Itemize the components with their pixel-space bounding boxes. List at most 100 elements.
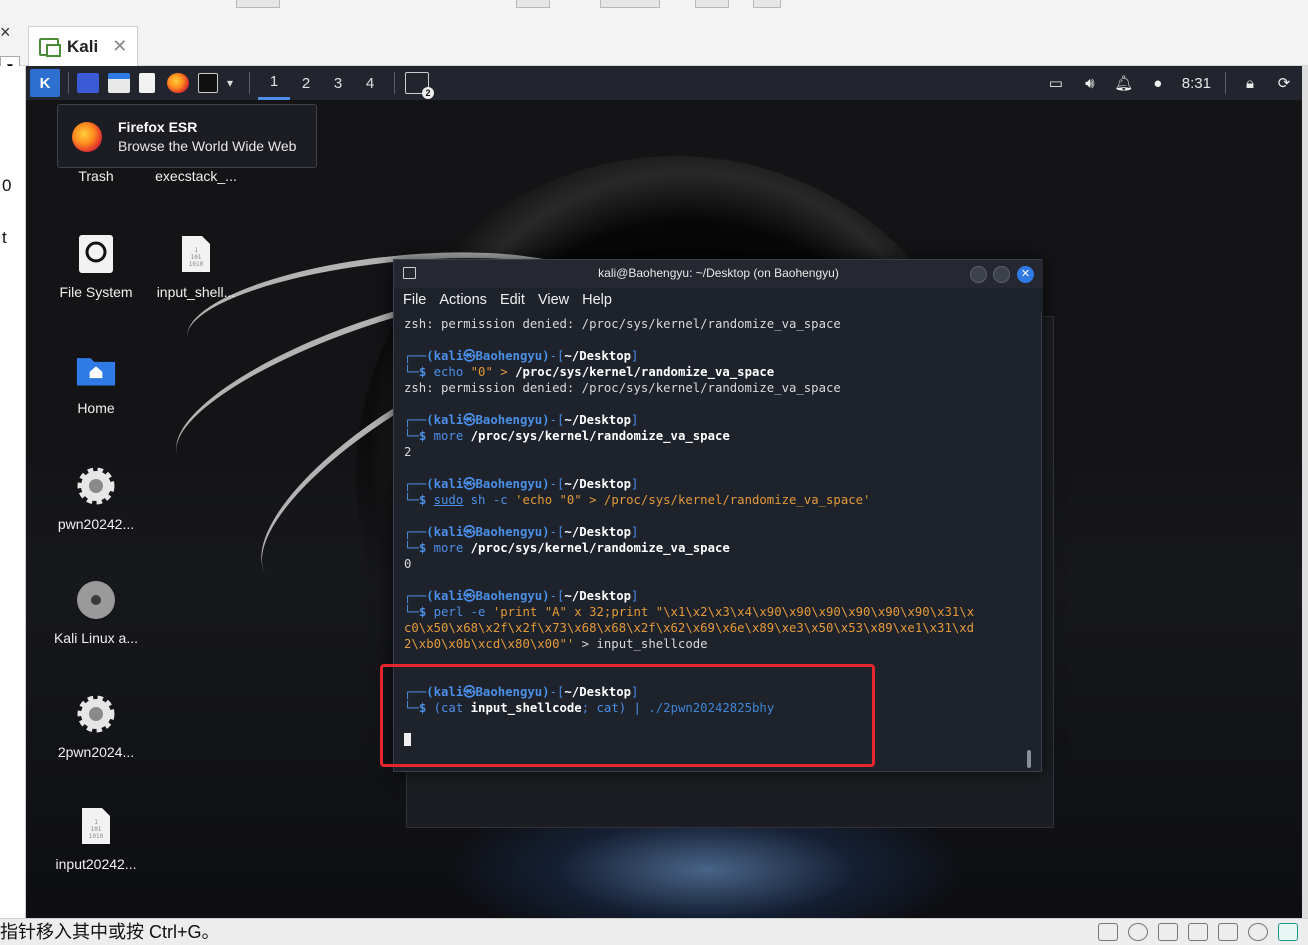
command-line: └─$ echo "0" > /proc/sys/kernel/randomiz… [404, 365, 775, 379]
terminal-scrollbar[interactable] [1027, 750, 1031, 768]
text-editor-icon[interactable] [139, 73, 155, 93]
cd-icon[interactable] [1128, 923, 1148, 941]
menu-view[interactable]: View [538, 288, 569, 312]
desktop-icon-kali-linux[interactable]: Kali Linux a... [46, 578, 146, 646]
desktop-icon-home[interactable]: Home [46, 348, 146, 416]
home-folder-icon [76, 348, 116, 392]
prompt-line: ┌──(kali㉿Baohengyu)-[~/Desktop] [404, 413, 639, 427]
minimize-button[interactable] [970, 266, 987, 283]
firefox-tooltip: Firefox ESR Browse the World Wide Web [57, 104, 317, 168]
host-toolbar-button[interactable] [600, 0, 660, 8]
desktop-icon-label: execstack_... [155, 168, 237, 184]
tab-close-icon[interactable]: ✕ [112, 36, 127, 57]
terminal-icon[interactable] [198, 73, 218, 93]
binary-file-icon: 1 101 1010 [176, 232, 216, 276]
terminal-titlebar[interactable]: kali@Baohengyu: ~/Desktop (on Baohengyu)… [394, 260, 1043, 288]
prompt-line: ┌──(kali㉿Baohengyu)-[~/Desktop] [404, 525, 639, 539]
status-icons [1098, 923, 1298, 941]
firefox-icon[interactable] [167, 73, 189, 93]
status-hint: 指针移入其中或按 Ctrl+G。 [0, 922, 220, 942]
desktop-icon-label: 2pwn2024... [57, 744, 135, 760]
firefox-icon [72, 122, 102, 152]
workspace-2[interactable]: 2 [290, 66, 322, 100]
desktop-icon-input2024[interactable]: 1 101 1010 input20242... [46, 804, 146, 872]
show-desktop-icon[interactable] [77, 73, 99, 93]
host-toolbar-button[interactable] [753, 0, 781, 8]
usb-icon[interactable] [1248, 923, 1268, 941]
desktop-icon-label: input20242... [55, 856, 137, 872]
tooltip-subtitle: Browse the World Wide Web [118, 138, 297, 154]
terminal-title: kali@Baohengyu: ~/Desktop (on Baohengyu) [598, 266, 839, 280]
tooltip-title: Firefox ESR [118, 119, 198, 135]
display-icon[interactable]: ▭ [1046, 73, 1066, 93]
highlight-annotation-box [380, 664, 875, 767]
workspace-1[interactable]: 1 [258, 66, 291, 100]
command-line: └─$ more /proc/sys/kernel/randomize_va_s… [404, 541, 730, 555]
terminal-task-icon[interactable]: 2 [405, 72, 435, 99]
desktop-icon-2pwn[interactable]: 2pwn2024... [46, 692, 146, 760]
volume-icon[interactable]: 🔊︎ [1080, 73, 1100, 93]
desktop-icon-label: pwn20242... [57, 516, 135, 532]
command-line: └─$ sudo sh -c 'echo "0" > /proc/sys/ker… [404, 493, 871, 507]
host-scrollbar[interactable] [1302, 66, 1308, 918]
command-line: └─$ more /proc/sys/kernel/randomize_va_s… [404, 429, 730, 443]
menu-help[interactable]: Help [582, 288, 612, 312]
workspace-4[interactable]: 4 [354, 66, 386, 100]
printer-icon[interactable] [1188, 923, 1208, 941]
host-toolbar [0, 0, 1308, 66]
executable-gear-icon [76, 464, 116, 508]
disc-icon [76, 578, 116, 622]
output-line: zsh: permission denied: /proc/sys/kernel… [404, 317, 841, 331]
desktop-icon-pwn[interactable]: pwn20242... [46, 464, 146, 532]
vm-tab-kali[interactable]: Kali ✕ [28, 26, 138, 66]
logout-icon[interactable]: ⟳ [1274, 73, 1294, 93]
host-toolbar-button[interactable] [695, 0, 729, 8]
left-pane-text: t [2, 228, 7, 247]
lock-icon[interactable]: 🔒︎ [1240, 73, 1260, 93]
drive-icon [76, 232, 116, 276]
svg-text:1: 1 [94, 819, 98, 826]
desktop-icon-label: File System [59, 284, 133, 300]
desktop-icon-label: input_shell... [156, 284, 236, 300]
desktop-icon-input-shellcode[interactable]: 1 101 1010 input_shell... [146, 232, 246, 300]
binary-file-icon: 1 101 1010 [76, 804, 116, 848]
terminal-menubar: File Actions Edit View Help [394, 288, 1043, 312]
host-close-icon[interactable]: × [0, 22, 11, 43]
menu-file[interactable]: File [403, 288, 426, 312]
svg-text:101: 101 [91, 826, 102, 833]
host-toolbar-button[interactable] [516, 0, 550, 8]
workspace-3[interactable]: 3 [322, 66, 354, 100]
vm-icon [39, 37, 61, 57]
file-manager-icon[interactable] [108, 73, 130, 93]
desktop-icon-file-system[interactable]: File System [46, 232, 146, 300]
sound-icon[interactable] [1218, 923, 1238, 941]
menu-actions[interactable]: Actions [439, 288, 487, 312]
workspace-switcher: 1 2 3 4 [258, 66, 386, 100]
output-line: 2 [404, 445, 412, 459]
menu-edit[interactable]: Edit [500, 288, 525, 312]
maximize-button[interactable] [993, 266, 1010, 283]
prompt-line: ┌──(kali㉿Baohengyu)-[~/Desktop] [404, 349, 639, 363]
panel-tray: ▭ 🔊︎ 🔔︎ ● 8:31 🔒︎ ⟳ [1046, 66, 1302, 100]
close-button[interactable]: ✕ [1017, 266, 1034, 283]
power-manager-icon[interactable]: ● [1148, 73, 1168, 93]
command-line: └─$ perl -e 'print "A" x 32;print "\x1\x… [404, 605, 975, 619]
svg-text:1010: 1010 [89, 833, 104, 840]
notification-bell-icon[interactable]: 🔔︎ [1114, 73, 1134, 93]
clock[interactable]: 8:31 [1182, 75, 1211, 92]
hdd-icon[interactable] [1098, 923, 1118, 941]
host-status-bar: 指针移入其中或按 Ctrl+G。 [0, 918, 1308, 945]
message-icon[interactable] [1278, 923, 1298, 941]
chevron-down-icon[interactable]: ▾ [227, 76, 233, 90]
left-pane-text: 0 [2, 176, 12, 195]
host-toolbar-button[interactable] [236, 0, 280, 8]
prompt-line: ┌──(kali㉿Baohengyu)-[~/Desktop] [404, 589, 639, 603]
top-panel: K ▾ 1 2 3 4 2 ▭ 🔊︎ 🔔︎ ● 8:31 🔒︎ ⟳ [26, 66, 1302, 100]
network-icon[interactable] [1158, 923, 1178, 941]
svg-text:101: 101 [191, 254, 202, 261]
output-line: zsh: permission denied: /proc/sys/kernel… [404, 381, 841, 395]
host-left-pane: 0 t [0, 66, 26, 918]
desktop-icon-label: Home [77, 400, 115, 416]
kali-menu-icon[interactable]: K [30, 69, 60, 97]
panel-separator [1225, 72, 1226, 94]
